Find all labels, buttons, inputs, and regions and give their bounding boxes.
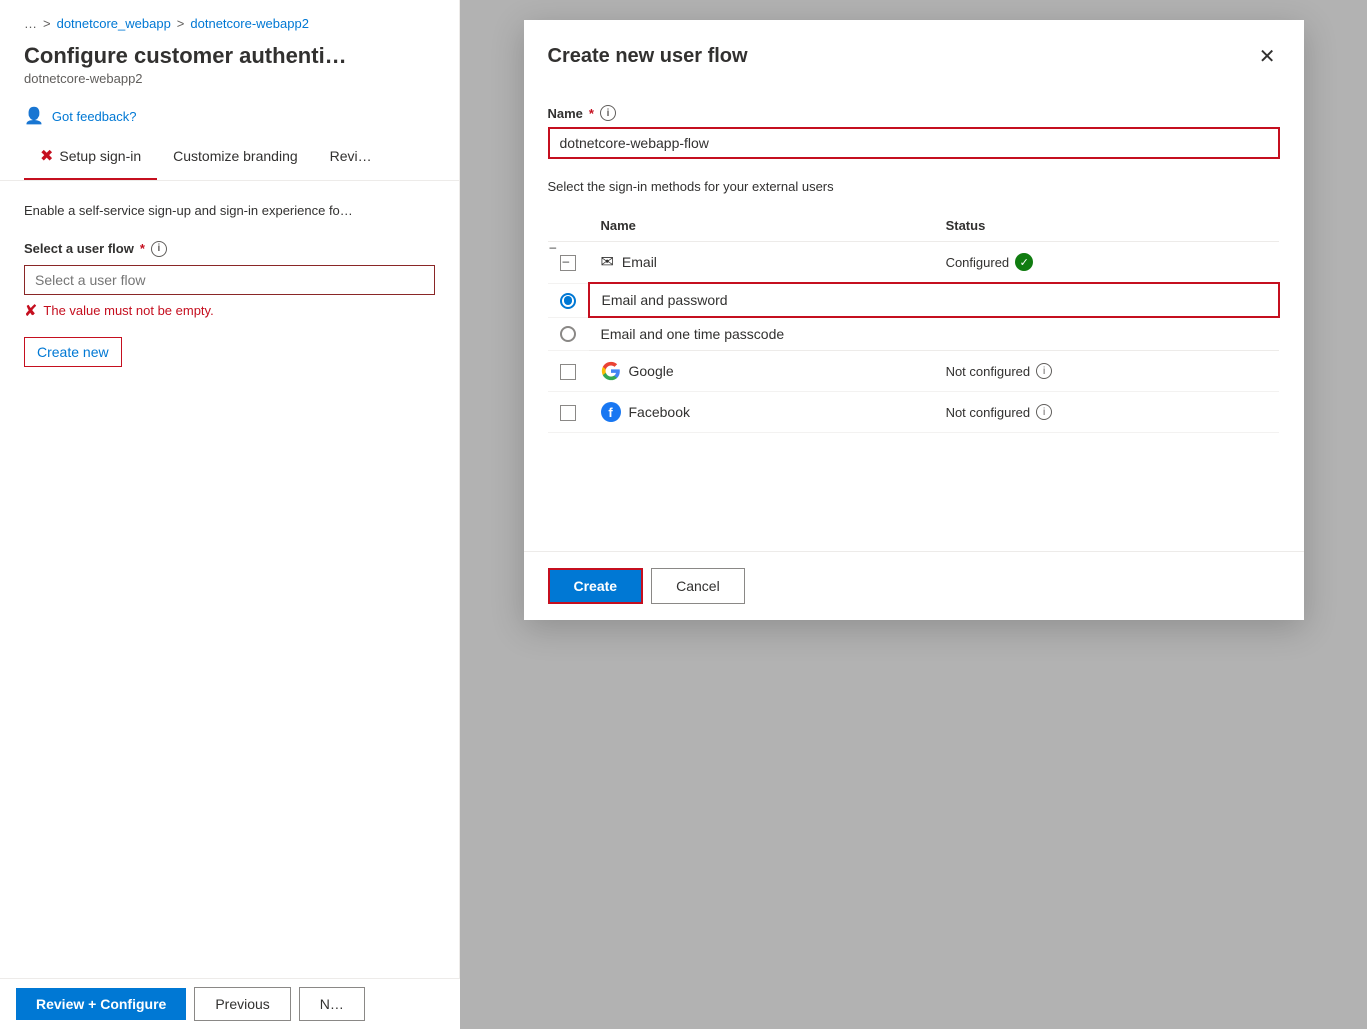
google-method-name: Google	[601, 361, 922, 381]
tab-customize-branding-label: Customize branding	[173, 148, 298, 164]
email-checkbox[interactable]	[560, 255, 576, 271]
tabs-container: ✖ Setup sign-in Customize branding Revi…	[0, 134, 459, 181]
google-method-row: Google Not configured i	[548, 351, 1279, 392]
create-user-flow-modal: Create new user flow ✕ Name * i Select t…	[524, 20, 1304, 620]
previous-button[interactable]: Previous	[194, 987, 290, 1021]
facebook-name-cell: f Facebook	[589, 392, 934, 433]
modal-name-input[interactable]	[548, 127, 1280, 159]
facebook-checkbox[interactable]	[560, 405, 576, 421]
breadcrumb-ellipsis: …	[24, 16, 37, 31]
col-status-header: Status	[934, 210, 1279, 242]
google-checkbox[interactable]	[560, 364, 576, 380]
page-title: Configure customer authenti…	[0, 39, 459, 71]
breadcrumb-sep1: >	[43, 16, 51, 31]
breadcrumb-link2[interactable]: dotnetcore-webapp2	[190, 16, 309, 31]
google-status-info[interactable]: i	[1036, 363, 1052, 379]
modal-name-field: Name * i	[548, 105, 1280, 159]
tab-customize-branding[interactable]: Customize branding	[157, 136, 314, 178]
col-checkbox	[548, 210, 589, 242]
email-method-name: ✉ Email	[601, 252, 922, 272]
google-name-cell: Google	[589, 351, 934, 392]
user-flow-field: Select a user flow * i ✘ The value must …	[24, 241, 435, 367]
modal-overlay: Create new user flow ✕ Name * i Select t…	[460, 0, 1367, 1029]
error-text: The value must not be empty.	[43, 303, 213, 318]
info-icon[interactable]: i	[151, 241, 167, 257]
tab-review[interactable]: Revi…	[314, 136, 388, 178]
email-checkbox-cell[interactable]: –	[548, 242, 589, 284]
tab-error-icon: ✖	[40, 146, 53, 166]
tab-setup-signin-label: Setup sign-in	[59, 148, 141, 164]
email-password-row: Email and password	[548, 283, 1279, 317]
facebook-icon: f	[601, 402, 621, 422]
google-status-cell: Not configured i	[934, 351, 1279, 392]
modal-name-label: Name * i	[548, 105, 1280, 121]
modal-body: Name * i Select the sign-in methods for …	[524, 89, 1304, 551]
email-password-label: Email and password	[602, 292, 728, 308]
tab-description: Enable a self-service sign-up and sign-i…	[24, 201, 435, 221]
email-icon: ✉	[601, 252, 614, 272]
table-header-row: Name Status	[548, 210, 1279, 242]
google-status: Not configured i	[946, 363, 1267, 379]
facebook-method-row: f Facebook Not configured i	[548, 392, 1279, 433]
tab-review-label: Revi…	[330, 148, 372, 164]
email-otp-row: Email and one time passcode	[548, 317, 1279, 351]
email-password-name-cell: Email and password	[589, 283, 1279, 317]
email-method-row: – ✉ Email Configured ✓	[548, 242, 1279, 284]
bottom-bar: Review + Configure Previous N…	[0, 978, 460, 1029]
cancel-button[interactable]: Cancel	[651, 568, 745, 604]
modal-required-marker: *	[589, 106, 594, 121]
modal-header: Create new user flow ✕	[524, 20, 1304, 89]
breadcrumb: … > dotnetcore_webapp > dotnetcore-webap…	[0, 0, 459, 39]
next-button[interactable]: N…	[299, 987, 365, 1021]
google-checkbox-cell[interactable]	[548, 351, 589, 392]
error-message: ✘ The value must not be empty.	[24, 301, 435, 321]
create-button[interactable]: Create	[548, 568, 644, 604]
facebook-status: Not configured i	[946, 404, 1267, 420]
email-name-cell: ✉ Email	[589, 242, 934, 284]
email-status-cell: Configured ✓	[934, 242, 1279, 284]
sign-in-description: Select the sign-in methods for your exte…	[548, 179, 1280, 194]
facebook-checkbox-cell[interactable]	[548, 392, 589, 433]
error-icon: ✘	[24, 301, 37, 321]
email-password-radio[interactable]	[560, 293, 576, 309]
create-new-link[interactable]: Create new	[24, 337, 122, 367]
user-flow-input[interactable]	[24, 265, 435, 295]
facebook-status-cell: Not configured i	[934, 392, 1279, 433]
email-password-checkbox-cell[interactable]	[548, 283, 589, 317]
page-subtitle: dotnetcore-webapp2	[0, 71, 459, 98]
user-flow-label: Select a user flow * i	[24, 241, 435, 257]
email-otp-name-cell: Email and one time passcode	[589, 317, 1279, 351]
email-otp-checkbox-cell[interactable]	[548, 317, 589, 351]
modal-close-button[interactable]: ✕	[1255, 40, 1280, 73]
feedback-icon: 👤	[24, 106, 44, 126]
email-otp-label: Email and one time passcode	[601, 326, 785, 342]
modal-footer: Create Cancel	[524, 551, 1304, 620]
email-otp-radio[interactable]	[560, 326, 576, 342]
tab-setup-signin[interactable]: ✖ Setup sign-in	[24, 134, 157, 180]
feedback-link[interactable]: 👤 Got feedback?	[0, 98, 459, 134]
facebook-status-info[interactable]: i	[1036, 404, 1052, 420]
required-marker: *	[140, 241, 145, 256]
google-icon	[601, 361, 621, 381]
col-name-header: Name	[589, 210, 934, 242]
breadcrumb-sep2: >	[177, 16, 185, 31]
feedback-label: Got feedback?	[52, 109, 137, 124]
facebook-method-name: f Facebook	[601, 402, 922, 422]
modal-name-info-icon[interactable]: i	[600, 105, 616, 121]
breadcrumb-link1[interactable]: dotnetcore_webapp	[57, 16, 171, 31]
modal-title: Create new user flow	[548, 45, 748, 68]
email-status: Configured ✓	[946, 253, 1267, 271]
review-configure-button[interactable]: Review + Configure	[16, 988, 186, 1020]
configured-dot: ✓	[1015, 253, 1033, 271]
tab-content: Enable a self-service sign-up and sign-i…	[0, 181, 459, 1029]
sign-in-methods-table: Name Status – ✉	[548, 210, 1280, 433]
